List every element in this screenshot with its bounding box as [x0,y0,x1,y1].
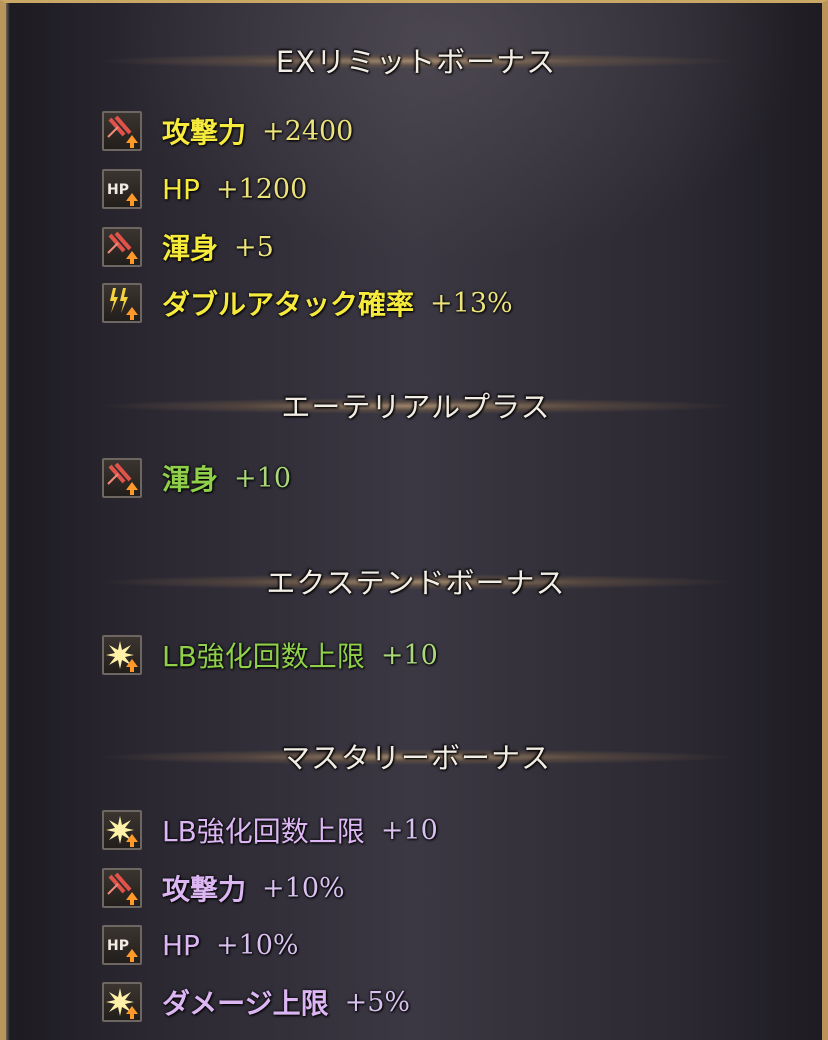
bonus-label: LB強化回数上限 [162,815,365,848]
list-item: HP HP +1200 [102,167,307,211]
list-item: LB強化回数上限 +10 [102,633,438,677]
section-header-mastery-bonus: マスタリーボーナス [86,731,746,781]
bonus-value: +2400 [262,115,354,147]
bonus-value: +10 [380,639,438,671]
burst-up-icon [102,982,142,1022]
attack-up-icon [102,111,142,151]
bonus-label: 渾身 [162,232,219,265]
attack-up-icon [102,868,142,908]
list-item: LB強化回数上限 +10 [102,808,438,852]
list-item: 渾身 +5 [102,225,274,269]
list-item: HP HP +10% [102,923,299,967]
hp-up-icon: HP [102,169,142,209]
bonus-label: HP [162,172,200,206]
section-title: エーテリアルプラス [281,390,551,424]
list-item: ダブルアタック確率 +13% [102,281,513,325]
bonus-label: LB強化回数上限 [162,640,365,673]
section-header-aetherial-plus: エーテリアルプラス [86,380,746,430]
section-title: マスタリーボーナス [280,741,551,775]
section-header-ex-limit: EXリミットボーナス [86,35,746,85]
bonus-value: +10% [215,929,299,961]
bonus-value: +13% [430,287,513,319]
list-item: ダメージ上限 +5% [102,980,410,1024]
bonus-label: 攻撃力 [162,116,247,149]
bonus-value: +10 [380,814,438,846]
bonus-label: HP [162,928,200,962]
bonus-label: ダメージ上限 [162,987,329,1020]
bonus-label: 渾身 [162,463,219,496]
burst-up-icon [102,810,142,850]
bonus-panel: EXリミットボーナス 攻撃力 +2400 HP HP +1200 渾身 +5 ダ… [0,0,828,1040]
burst-up-icon [102,635,142,675]
bonus-value: +5 [234,231,274,263]
bonus-value: +10 [234,462,291,494]
section-title: エクステンドボーナス [266,566,566,600]
attack-up-icon [102,458,142,498]
bonus-value: +5% [344,986,411,1018]
bonus-value: +10% [262,872,345,904]
list-item: 渾身 +10 [102,456,291,500]
svg-text:HP: HP [107,182,129,198]
section-header-extend-bonus: エクステンドボーナス [86,556,746,606]
hp-up-icon: HP [102,925,142,965]
list-item: 攻撃力 +10% [102,866,345,910]
double-attack-up-icon [102,283,142,323]
svg-text:HP: HP [107,938,129,954]
bonus-value: +1200 [215,173,308,205]
bonus-label: ダブルアタック確率 [162,288,415,321]
list-item: 攻撃力 +2400 [102,109,353,153]
section-title: EXリミットボーナス [275,45,557,79]
attack-up-icon [102,227,142,267]
bonus-label: 攻撃力 [162,873,247,906]
